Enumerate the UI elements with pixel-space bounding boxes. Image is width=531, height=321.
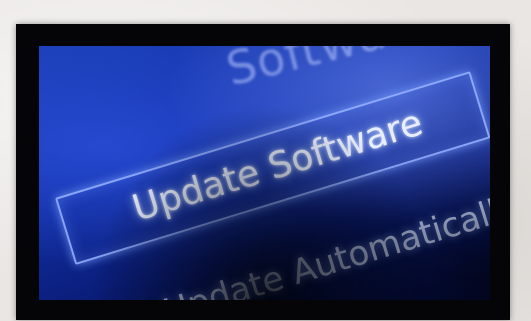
settings-menu: Softwa Update Software Update Automatica… (39, 46, 490, 300)
menu-heading: Softwa (221, 46, 392, 97)
tv-screen: Softwa Update Software Update Automatica… (39, 46, 490, 300)
menu-item-label: Update Software (127, 102, 428, 230)
